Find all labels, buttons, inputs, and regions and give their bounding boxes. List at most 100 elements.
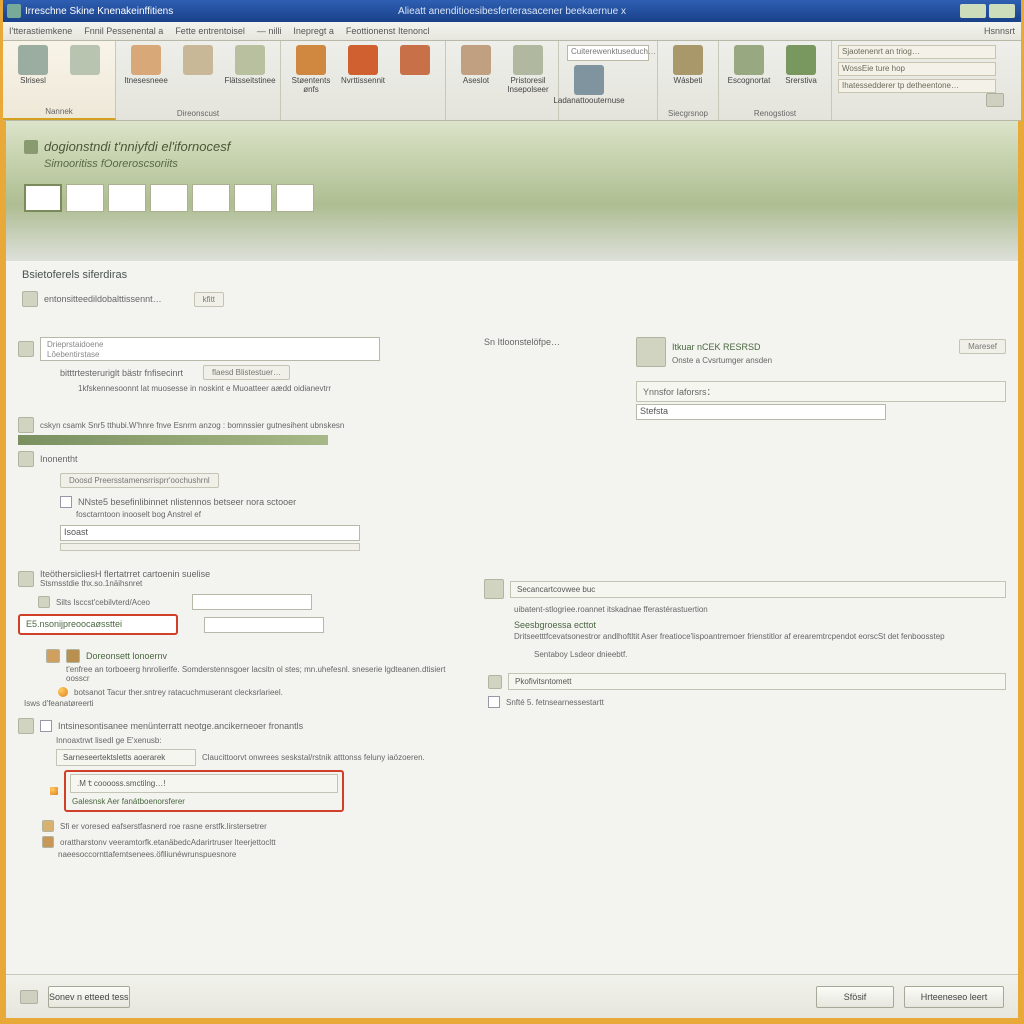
box-icon xyxy=(131,45,161,75)
check-subline: naeesoccornttafemtsenees.öflliunéwrunspu… xyxy=(58,850,458,859)
section-title: Bsietoferels siferdiras xyxy=(22,269,1018,281)
option-box[interactable]: Secancartcovwee buc xyxy=(510,581,1006,598)
settings-icon xyxy=(786,45,816,75)
menu-right[interactable]: Hsnnsrt xyxy=(984,26,1015,36)
thumbnail[interactable] xyxy=(234,184,272,212)
highlighted-button[interactable]: E5.nsonijpreoocaøssttei xyxy=(18,614,178,635)
ribbon-group[interactable]: Aseslot Pristoresil Insepolseer xyxy=(446,41,559,120)
footer-left-button[interactable]: Sonev n etteed tess xyxy=(48,986,130,1008)
ribbon-group[interactable]: Itnesesneee Flätsseitstinee Direonscust xyxy=(116,41,281,120)
option-button[interactable]: .Mｔcooooss.smctilng…! xyxy=(70,774,338,793)
ribbon-search-input[interactable]: Cuiterewenktuseduch… xyxy=(567,45,649,61)
ribbon-icon[interactable]: Støentents ønfs xyxy=(289,45,333,95)
item-icon xyxy=(18,571,34,587)
right-input[interactable]: Stefsta xyxy=(636,404,886,420)
field-desc: Claucittoorvt onwrees seskstal/rstnik at… xyxy=(202,753,425,762)
panel-line[interactable]: WossEie ture hop xyxy=(838,62,996,76)
footer-icon xyxy=(20,990,38,1004)
description-text: 1kfskennesoonnt lat muosesse in noskint … xyxy=(78,384,458,393)
doc-icon xyxy=(22,291,38,307)
section-sub: Stsmsstdie thx.so.1näihsnret xyxy=(40,579,210,588)
thumbnail[interactable] xyxy=(150,184,188,212)
menu-item[interactable]: Inepregt a xyxy=(293,26,334,36)
check-label: Snfté 5. fetnsearnessestartt xyxy=(506,698,604,707)
ribbon-icon[interactable]: Flätsseitstinee xyxy=(228,45,272,86)
thumbnail-strip xyxy=(24,184,1000,212)
ribbon-group[interactable]: Slrisesl Nannek xyxy=(3,41,116,120)
field-input[interactable] xyxy=(192,594,312,610)
menu-item[interactable]: I'tterastiemkene xyxy=(9,26,72,36)
option-text: Galesnsk Aer fanátboenorsferer xyxy=(70,795,338,808)
thumbnail[interactable] xyxy=(24,184,62,212)
option-box[interactable]: Pkofivitsntomett xyxy=(508,673,1006,690)
window-controls xyxy=(960,4,1015,18)
page-subtitle: Simooritiss fOoreroscsoriits xyxy=(44,158,1000,170)
printer-icon xyxy=(18,45,48,75)
footer-bar: Sonev n etteed tess Sfösif Hrteeneseo le… xyxy=(6,974,1018,1018)
ribbon-group[interactable]: Cuiterewenktuseduch… Ladanattoouternuse xyxy=(559,41,658,120)
tab-pill[interactable]: flaesd Blistestuer… xyxy=(203,365,290,380)
thumbnail[interactable] xyxy=(108,184,146,212)
ok-button[interactable]: Sfösif xyxy=(816,986,894,1008)
titlebar: Irreschne Skine Knenakeinffitiens Alieat… xyxy=(3,0,1021,22)
ribbon-icon[interactable]: Srerstiva xyxy=(779,45,823,86)
gear2-icon xyxy=(66,649,80,663)
content-area: dogionstndi t'nniyfdi el'ifornocesf Simo… xyxy=(6,121,1018,1018)
ribbon-icon[interactable]: Escognortat xyxy=(727,45,771,86)
panel-line[interactable]: Ihatessedderer tp detheentone… xyxy=(838,79,996,93)
mid-label: Sn Itloonstelöfpe… xyxy=(484,337,610,347)
field-label-box: Ynnsfor Iaforsrs： xyxy=(636,381,1006,402)
ribbon-icon[interactable]: Slrisesl xyxy=(11,45,55,86)
minimize-button[interactable] xyxy=(960,4,986,18)
ribbon-icon[interactable]: Ladanattoouternuse xyxy=(567,65,611,106)
corner-icon xyxy=(986,93,1004,107)
checkbox[interactable] xyxy=(60,496,72,508)
slider-track[interactable] xyxy=(60,543,360,551)
menu-item[interactable]: Fnnil Pessenental a xyxy=(84,26,163,36)
maximize-button[interactable] xyxy=(989,4,1015,18)
ribbon-group[interactable]: Escognortat Srerstiva Renogstiost xyxy=(719,41,832,120)
ribbon-group[interactable]: Støentents ønfs Nvrttissennit xyxy=(281,41,446,120)
machine-icon xyxy=(513,45,543,75)
highlighted-option[interactable]: .Mｔcooooss.smctilng…! Galesnsk Aer fanát… xyxy=(64,770,344,812)
ribbon-group[interactable]: Wásbeti Siecgrsnop xyxy=(658,41,719,120)
section-title: IteöthersicliesH flertatrret cartoenin s… xyxy=(40,569,210,579)
panel-label[interactable]: Doosd Preersstamensrrisprr'oochushrnl xyxy=(60,473,219,488)
description-input[interactable]: Drieprstaidoene Lôebentirstase xyxy=(40,337,380,361)
menu-item[interactable]: Fette entrentoisel xyxy=(175,26,245,36)
option-field[interactable]: Sarneseertektsletts aoerarek xyxy=(56,749,196,766)
thumbnail[interactable] xyxy=(192,184,230,212)
progress-bar xyxy=(18,435,328,445)
link-text[interactable]: Sentaboy Lsdeor dnieebtf. xyxy=(534,650,1006,659)
bottom-text: cskyn csamk Snr5 tthubi.W'hnre fnve Esnr… xyxy=(40,421,344,430)
title-center: Alieatt anenditioesibesferterasacener be… xyxy=(398,6,626,17)
footer-label: Isws d'feanatøreerti xyxy=(24,699,458,708)
gear-icon xyxy=(46,649,60,663)
ribbon-icon[interactable]: Aseslot xyxy=(454,45,498,86)
desc-text: uibatent-stlogriee.roannet itskadnae ffe… xyxy=(514,605,1006,614)
checkbox[interactable] xyxy=(488,696,500,708)
ribbon-icon[interactable] xyxy=(63,45,107,77)
ribbon-icon[interactable]: Pristoresil Insepolseer xyxy=(506,45,550,95)
thumbnail[interactable] xyxy=(276,184,314,212)
menu-item[interactable]: — nilli xyxy=(257,26,282,36)
panel-line[interactable]: Sjaotenenrt an triog… xyxy=(838,45,996,59)
ribbon-icon[interactable]: Itnesesneee xyxy=(124,45,168,86)
check-line: orattharstonv veeramtorfk.etanäbedcAdari… xyxy=(60,838,276,847)
preview-icon xyxy=(636,337,666,367)
right-button[interactable]: Maresef xyxy=(959,339,1006,354)
pill-button[interactable]: kfitt xyxy=(194,292,224,307)
stack-icon xyxy=(235,45,265,75)
ribbon-icon[interactable] xyxy=(393,45,437,77)
ribbon: Slrisesl Nannek Itnesesneee Flätsseitsti… xyxy=(3,41,1021,121)
thumbnail[interactable] xyxy=(66,184,104,212)
menu-item[interactable]: Feottionenst Itenoncl xyxy=(346,26,430,36)
field-label: Silts Isccst'cebilvterd/Aceo xyxy=(56,598,186,607)
cancel-button[interactable]: Hrteeneseo leert xyxy=(904,986,1004,1008)
ribbon-icon[interactable]: Nvrttissennit xyxy=(341,45,385,86)
ribbon-icon[interactable] xyxy=(176,45,220,77)
checkbox[interactable] xyxy=(40,720,52,732)
field-input[interactable] xyxy=(204,617,324,633)
text-input[interactable]: Isoast xyxy=(60,525,360,541)
ribbon-icon[interactable]: Wásbeti xyxy=(666,45,710,86)
